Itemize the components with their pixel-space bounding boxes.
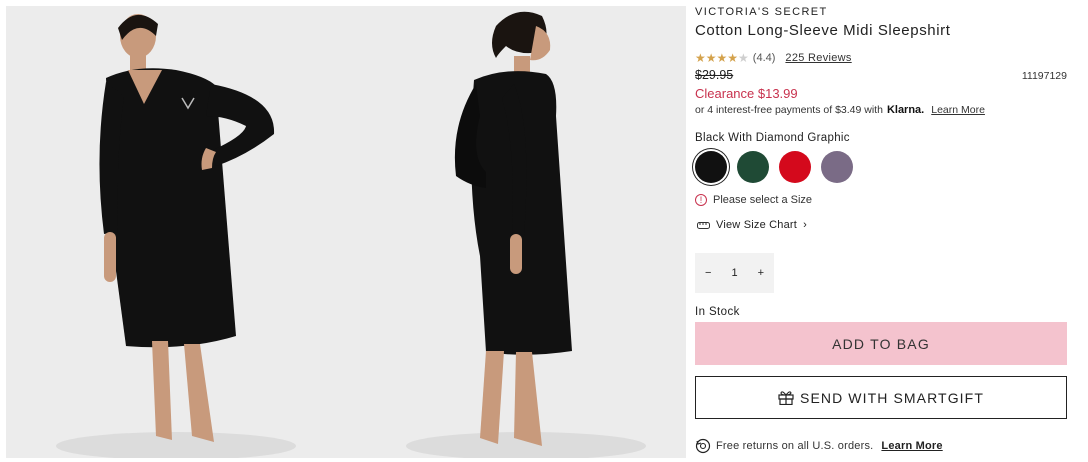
sale-price: Clearance $13.99 <box>695 86 798 101</box>
klarna-logo: Klarna. <box>886 104 925 116</box>
rating-value: (4.4) <box>752 52 776 64</box>
installments-info: or 4 interest-free payments of $3.49 wit… <box>695 104 985 116</box>
product-title: Cotton Long-Sleeve Midi Sleepshirt <box>695 22 951 39</box>
product-image-side[interactable] <box>346 6 686 458</box>
model-side-illustration <box>346 6 686 458</box>
model-front-illustration <box>6 6 346 458</box>
star-rating-icon: ★★★★★ <box>695 51 749 65</box>
smartgift-label: SEND WITH SMARTGIFT <box>800 389 984 406</box>
product-image-front[interactable] <box>6 6 346 458</box>
add-to-bag-button[interactable]: ADD TO BAG <box>695 322 1067 365</box>
quantity-stepper: − 1 + <box>695 253 774 293</box>
chevron-right-icon: › <box>803 219 807 231</box>
color-swatch-purple[interactable] <box>821 151 853 183</box>
color-swatches <box>695 151 853 183</box>
free-returns-info: Free returns on all U.S. orders. Learn M… <box>695 438 943 454</box>
selected-color-name: Black With Diamond Graphic <box>695 132 850 144</box>
returns-learn-more-link[interactable]: Learn More <box>881 440 942 452</box>
returns-icon <box>695 438 711 454</box>
returns-text: Free returns on all U.S. orders. <box>716 440 874 452</box>
size-warning: ! Please select a Size <box>695 194 812 206</box>
color-swatch-black[interactable] <box>695 151 727 183</box>
send-with-smartgift-button[interactable]: SEND WITH SMARTGIFT <box>695 376 1067 419</box>
brand-name: VICTORIA'S SECRET <box>695 6 828 18</box>
quantity-increase-button[interactable]: + <box>758 267 764 279</box>
reviews-link[interactable]: 225 Reviews <box>785 52 851 64</box>
gift-icon <box>778 391 794 405</box>
color-swatch-red[interactable] <box>779 151 811 183</box>
klarna-learn-more-link[interactable]: Learn More <box>931 104 985 116</box>
size-chart-label: View Size Chart <box>716 219 798 231</box>
alert-icon: ! <box>695 194 707 206</box>
color-swatch-green[interactable] <box>737 151 769 183</box>
item-number: 11197129 <box>1021 70 1067 82</box>
ruler-icon <box>697 222 710 229</box>
quantity-decrease-button[interactable]: − <box>705 267 711 279</box>
rating-row: ★★★★★ (4.4) 225 Reviews <box>695 51 852 65</box>
installments-text: or 4 interest-free payments of $3.49 wit… <box>695 104 883 116</box>
stock-status: In Stock <box>695 306 740 318</box>
original-price: $29.95 <box>695 68 734 82</box>
size-warning-text: Please select a Size <box>713 194 813 206</box>
quantity-value: 1 <box>731 267 738 279</box>
size-chart-link[interactable]: View Size Chart › <box>697 219 807 231</box>
